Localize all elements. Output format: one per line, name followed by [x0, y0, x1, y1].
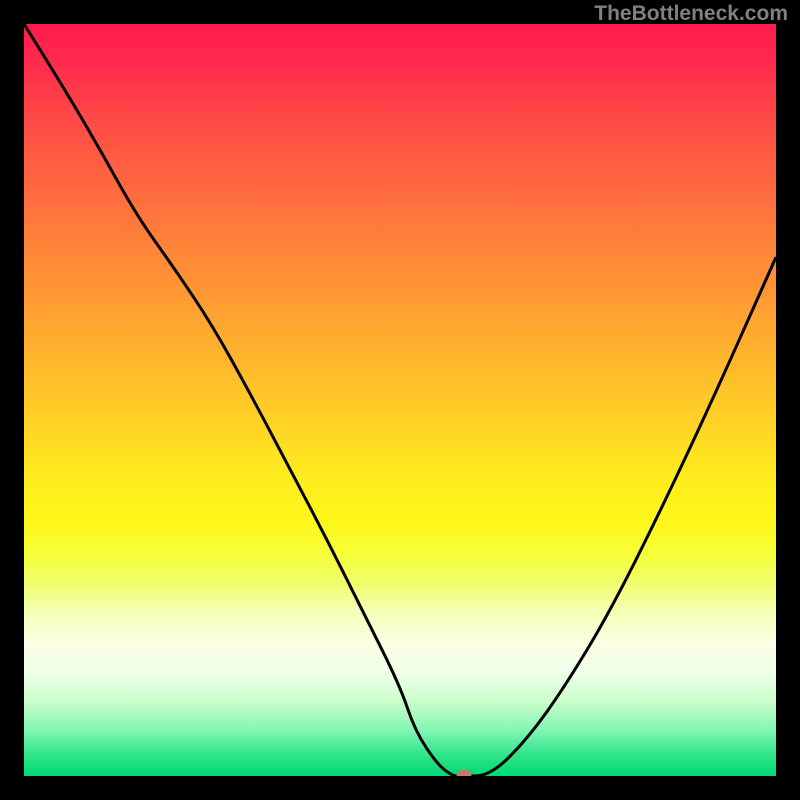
watermark-text: TheBottleneck.com [594, 2, 788, 26]
bottleneck-marker [456, 770, 471, 777]
chart-container: TheBottleneck.com [0, 0, 800, 800]
bottleneck-curve [24, 24, 776, 776]
plot-area [24, 24, 776, 776]
